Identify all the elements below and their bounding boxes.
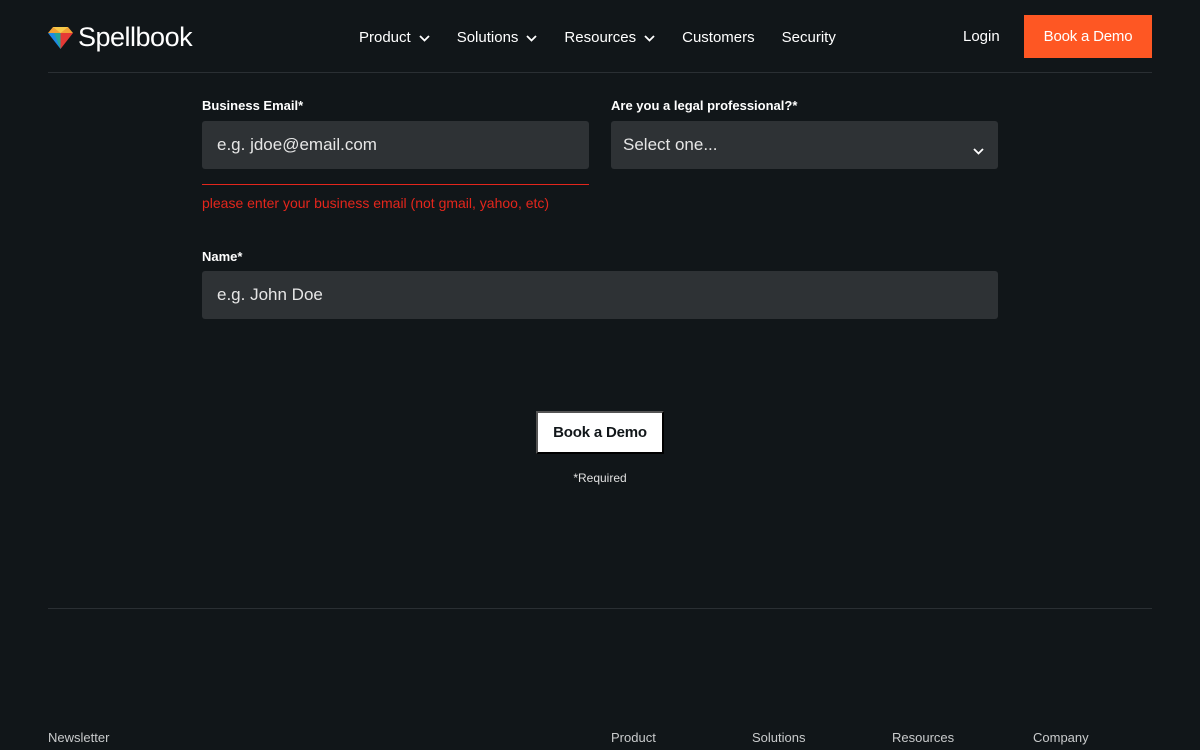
- select-value: Select one...: [623, 135, 718, 154]
- site-header: Spellbook Product Solutions Resources Cu…: [48, 0, 1152, 73]
- nav-item-solutions[interactable]: Solutions: [457, 29, 538, 46]
- legal-professional-select[interactable]: Select one...: [611, 121, 998, 169]
- nav-item-product[interactable]: Product: [359, 29, 430, 46]
- name-placeholder: e.g. John Doe: [217, 285, 323, 304]
- book-demo-header-button[interactable]: Book a Demo: [1024, 15, 1152, 58]
- logo[interactable]: Spellbook: [48, 22, 193, 52]
- footer-column-solutions: Solutions: [752, 730, 806, 745]
- email-error-underline: [202, 184, 589, 185]
- nav-label: Security: [781, 28, 836, 46]
- email-label: Business Email*: [202, 98, 304, 113]
- name-label: Name*: [202, 249, 243, 264]
- footer-newsletter-heading: Newsletter: [48, 730, 110, 745]
- gem-icon: [48, 26, 73, 49]
- email-placeholder: e.g. jdoe@email.com: [217, 135, 377, 154]
- footer-column-company: Company: [1033, 730, 1089, 745]
- email-error-message: please enter your business email (not gm…: [202, 195, 550, 211]
- book-demo-submit-button[interactable]: Book a Demo: [536, 411, 664, 454]
- legal-professional-label: Are you a legal professional?*: [611, 98, 798, 113]
- nav-item-resources[interactable]: Resources: [564, 29, 655, 46]
- nav-label: Customers: [682, 28, 755, 46]
- nav-label: Product: [359, 28, 411, 46]
- login-link[interactable]: Login: [963, 28, 1000, 45]
- nav-item-security[interactable]: Security: [782, 29, 836, 46]
- nav-label: Solutions: [456, 28, 519, 46]
- email-field[interactable]: e.g. jdoe@email.com: [202, 121, 589, 169]
- required-note: *Required: [573, 471, 627, 485]
- logo-text: Spellbook: [78, 22, 193, 52]
- chevron-down-icon: [973, 140, 984, 160]
- chevron-down-icon: [526, 29, 538, 46]
- footer-column-resources: Resources: [892, 730, 955, 745]
- main-nav: Product Solutions Resources Customers Se…: [359, 25, 863, 49]
- nav-label: Resources: [564, 28, 637, 46]
- footer-column-product: Product: [611, 730, 656, 745]
- page: Spellbook Product Solutions Resources Cu…: [0, 0, 1200, 750]
- nav-item-customers[interactable]: Customers: [682, 29, 755, 46]
- chevron-down-icon: [419, 29, 430, 46]
- chevron-down-icon: [644, 29, 655, 46]
- name-field[interactable]: e.g. John Doe: [202, 271, 998, 319]
- footer-divider: [48, 608, 1152, 609]
